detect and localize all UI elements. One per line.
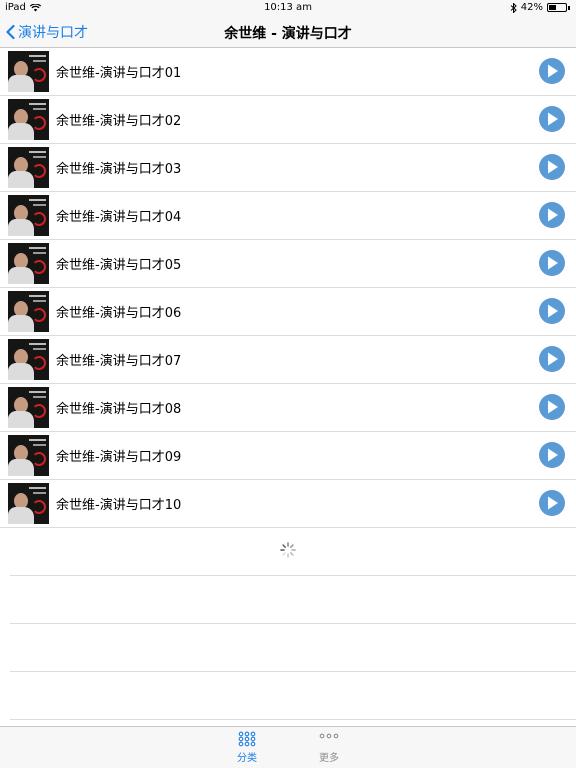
play-icon xyxy=(548,304,558,318)
play-icon xyxy=(548,64,558,78)
play-icon xyxy=(548,112,558,126)
list-item[interactable]: 余世维-演讲与口才03 xyxy=(0,144,576,192)
bluetooth-icon xyxy=(510,2,517,13)
list-item[interactable]: 余世维-演讲与口才05 xyxy=(0,240,576,288)
loading-spinner-icon xyxy=(280,542,296,558)
list-item[interactable]: 余世维-演讲与口才01 xyxy=(0,48,576,96)
episode-list: 余世维-演讲与口才01 余世维-演讲与口才02 余世维-演讲与口才03 余世维-演讲与… xyxy=(0,48,576,720)
list-item-label: 余世维-演讲与口才09 xyxy=(56,450,182,465)
tab-more-label: 更多 xyxy=(319,753,339,764)
status-right: 42% xyxy=(510,2,570,13)
list-item-label: 余世维-演讲与口才08 xyxy=(56,402,182,417)
lecture-thumbnail xyxy=(8,99,49,140)
list-item-label: 余世维-演讲与口才04 xyxy=(56,210,182,225)
lecture-thumbnail xyxy=(8,51,49,92)
tab-bar: 分类 更多 xyxy=(0,726,576,768)
play-icon xyxy=(548,256,558,270)
lecture-thumbnail xyxy=(8,339,49,380)
play-button[interactable] xyxy=(539,490,565,516)
list-item-label: 余世维-演讲与口才05 xyxy=(56,258,182,273)
play-button[interactable] xyxy=(539,202,565,228)
list-item-label: 余世维-演讲与口才07 xyxy=(56,354,182,369)
list-item-label: 余世维-演讲与口才02 xyxy=(56,114,182,129)
play-icon xyxy=(548,160,558,174)
list-item-label: 余世维-演讲与口才01 xyxy=(56,66,182,81)
navigation-bar: 演讲与口才 余世维 - 演讲与口才 xyxy=(0,16,576,48)
list-item-label: 余世维-演讲与口才03 xyxy=(56,162,182,177)
play-button[interactable] xyxy=(539,442,565,468)
lecture-thumbnail xyxy=(8,387,49,428)
battery-percent: 42% xyxy=(520,2,543,13)
status-bar: iPad 10:13 am 42% xyxy=(0,0,576,16)
play-button[interactable] xyxy=(539,250,565,276)
more-dots-icon xyxy=(319,733,339,739)
empty-row xyxy=(10,624,576,672)
lecture-thumbnail xyxy=(8,195,49,236)
lecture-thumbnail xyxy=(8,435,49,476)
tab-classify-label: 分类 xyxy=(237,753,257,764)
list-item[interactable]: 余世维-演讲与口才07 xyxy=(0,336,576,384)
list-item[interactable]: 余世维-演讲与口才10 xyxy=(0,480,576,528)
play-icon xyxy=(548,496,558,510)
play-icon xyxy=(548,400,558,414)
play-icon xyxy=(548,208,558,222)
tab-classify[interactable]: 分类 xyxy=(217,731,277,764)
play-button[interactable] xyxy=(539,106,565,132)
play-icon xyxy=(548,448,558,462)
list-item-label: 余世维-演讲与口才10 xyxy=(56,498,182,513)
grid-icon xyxy=(238,731,256,747)
play-button[interactable] xyxy=(539,58,565,84)
play-button[interactable] xyxy=(539,298,565,324)
empty-row xyxy=(10,576,576,624)
play-button[interactable] xyxy=(539,346,565,372)
play-button[interactable] xyxy=(539,394,565,420)
status-time: 10:13 am xyxy=(264,2,312,13)
lecture-thumbnail xyxy=(8,291,49,332)
list-item-label: 余世维-演讲与口才06 xyxy=(56,306,182,321)
list-item[interactable]: 余世维-演讲与口才06 xyxy=(0,288,576,336)
loading-row xyxy=(10,528,576,576)
empty-row xyxy=(10,672,576,720)
list-item[interactable]: 余世维-演讲与口才09 xyxy=(0,432,576,480)
page-title: 余世维 - 演讲与口才 xyxy=(224,26,352,42)
lecture-thumbnail xyxy=(8,243,49,284)
battery-nub xyxy=(568,5,570,10)
tab-more[interactable]: 更多 xyxy=(299,731,359,764)
list-item[interactable]: 余世维-演讲与口才02 xyxy=(0,96,576,144)
lecture-thumbnail xyxy=(8,483,49,524)
list-item[interactable]: 余世维-演讲与口才04 xyxy=(0,192,576,240)
play-icon xyxy=(548,352,558,366)
battery-icon xyxy=(547,3,567,12)
play-button[interactable] xyxy=(539,154,565,180)
list-item[interactable]: 余世维-演讲与口才08 xyxy=(0,384,576,432)
lecture-thumbnail xyxy=(8,147,49,188)
